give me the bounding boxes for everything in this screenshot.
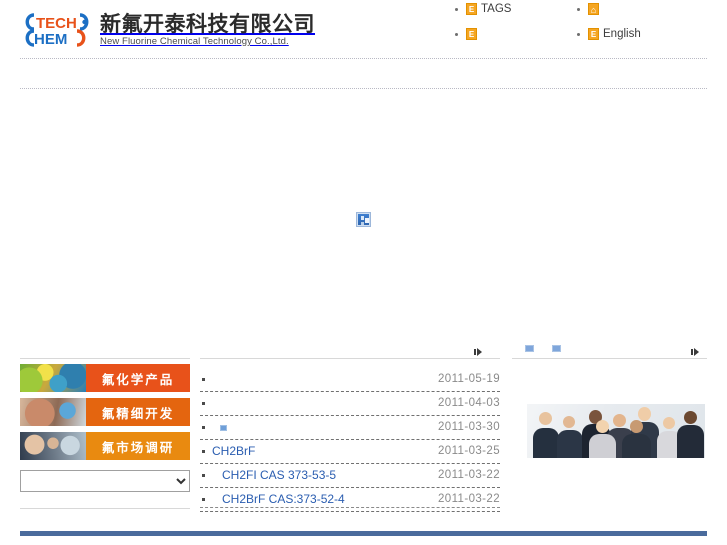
top-nav-column-1: E TAGS E — [452, 0, 572, 43]
sidebar-select-dropdown[interactable] — [20, 470, 190, 492]
sidebar: 氟化学产品 氟精细开发 氟市场调研 — [20, 364, 190, 492]
news-section-header — [200, 340, 500, 358]
top-nav-item-secondary[interactable]: E — [452, 25, 572, 43]
footer-divider-left — [20, 508, 190, 509]
logo-company-name-en: New Fluorine Chemical Technology Co.,Ltd… — [100, 36, 289, 47]
top-navigation: E TAGS E ⌂ E English — [452, 0, 717, 44]
promo-thumbnail — [20, 364, 86, 392]
main-content: 氟化学产品 氟精细开发 氟市场调研 2011-05-19 2011-04-03 … — [0, 340, 727, 515]
news-list: 2011-05-19 2011-04-03 2011-03-30 CH2BrF … — [200, 368, 500, 512]
promo-label: 氟精细开发 — [101, 406, 175, 421]
news-list-item[interactable]: 2011-05-19 — [200, 368, 500, 392]
news-item-date: 2011-04-03 — [438, 397, 500, 409]
top-nav-item-home[interactable]: ⌂ — [574, 0, 694, 18]
top-nav-column-2: ⌂ E English — [574, 0, 694, 43]
sidebar-promo-chemistry-products[interactable]: 氟化学产品 — [20, 364, 190, 392]
news-list-item[interactable]: CH2BrF 2011-03-25 — [200, 440, 500, 464]
top-nav-label: English — [603, 28, 641, 40]
banner-area — [0, 95, 727, 335]
top-nav-item-english[interactable]: E English — [574, 25, 694, 43]
broken-image-placeholder-icon — [356, 212, 371, 227]
broken-image-icon: E — [466, 3, 477, 15]
news-item-date: 2011-05-19 — [438, 373, 500, 385]
sidebar-promo-fine-development[interactable]: 氟精细开发 — [20, 398, 190, 426]
footer-divider-center — [200, 507, 500, 508]
news-section: 2011-05-19 2011-04-03 2011-03-30 CH2BrF … — [200, 340, 500, 512]
top-nav-label: TAGS — [481, 3, 512, 15]
sidebar-divider — [20, 358, 190, 359]
broken-image-icon: E — [588, 28, 599, 40]
news-item-date: 2011-03-30 — [438, 421, 500, 433]
home-icon: ⌂ — [588, 3, 599, 15]
broken-image-icon: E — [466, 28, 477, 40]
right-panel — [512, 340, 707, 458]
promo-thumbnail — [20, 432, 86, 460]
news-item-date: 2011-03-25 — [438, 445, 500, 457]
top-nav-item-tags[interactable]: E TAGS — [452, 0, 572, 18]
news-item-title[interactable]: CH2FI CAS 373-53-5 — [212, 468, 336, 482]
news-list-item[interactable]: CH2BrF CAS:373-52-4 2011-03-22 — [200, 488, 500, 512]
news-list-item[interactable]: CH2FI CAS 373-53-5 2011-03-22 — [200, 464, 500, 488]
right-panel-tabs — [512, 340, 707, 358]
site-logo-link[interactable]: TECH HEM 新氟开泰科技有限公司 New Fluorine Chemica… — [22, 11, 315, 49]
logo-company-name-cn: 新氟开泰科技有限公司 — [100, 13, 315, 36]
news-list-item[interactable]: 2011-04-03 — [200, 392, 500, 416]
promo-label: 氟化学产品 — [101, 372, 175, 387]
news-item-title[interactable]: CH2BrF CAS:373-52-4 — [212, 492, 345, 506]
news-list-item[interactable]: 2011-03-30 — [200, 416, 500, 440]
promo-label: 氟市场调研 — [101, 440, 175, 455]
sidebar-promo-market-research[interactable]: 氟市场调研 — [20, 432, 190, 460]
business-team-photo — [527, 404, 705, 458]
svg-text:TECH: TECH — [36, 15, 77, 32]
header-divider-bottom — [20, 88, 707, 89]
right-panel-tab-1-broken-image-icon[interactable] — [525, 345, 534, 352]
header-divider-top — [20, 58, 707, 59]
footer-bar — [20, 531, 707, 536]
site-header: TECH HEM 新氟开泰科技有限公司 New Fluorine Chemica… — [0, 0, 727, 52]
right-panel-divider — [512, 358, 707, 359]
svg-text:HEM: HEM — [34, 31, 67, 48]
news-item-date: 2011-03-22 — [438, 469, 500, 481]
broken-image-icon — [220, 424, 227, 431]
news-more-arrow-icon[interactable] — [474, 348, 482, 356]
news-header-divider — [200, 358, 500, 359]
promo-thumbnail — [20, 398, 86, 426]
logo-text: 新氟开泰科技有限公司 New Fluorine Chemical Technol… — [100, 13, 315, 49]
right-panel-tab-2-broken-image-icon[interactable] — [552, 345, 561, 352]
right-panel-more-arrow-icon[interactable] — [691, 348, 699, 356]
news-item-title[interactable]: CH2BrF — [212, 444, 255, 458]
logo-mark-icon: TECH HEM — [22, 13, 94, 49]
